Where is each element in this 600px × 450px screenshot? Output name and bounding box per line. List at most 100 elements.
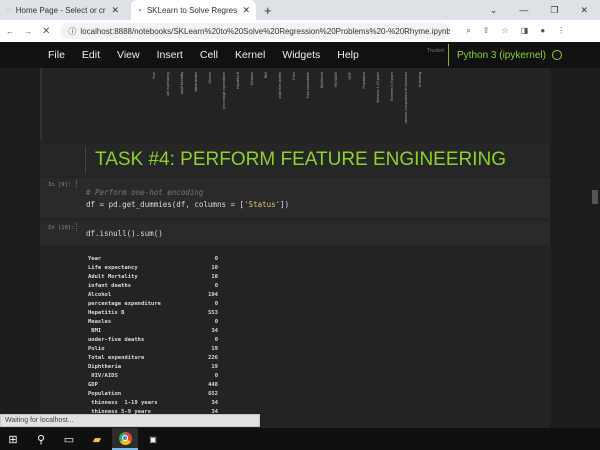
share-icon[interactable]: ⇪	[483, 26, 490, 36]
jupyter-icon: ◌	[6, 5, 11, 15]
null-count: 652	[208, 390, 218, 397]
null-count: 34	[211, 327, 218, 334]
isnull-output: Year 0 Life expectancy 10 Adult Mortality 10 i…	[88, 254, 218, 416]
heatmap-label: thinness 5-9 years	[390, 72, 394, 101]
null-count: 34	[211, 399, 218, 406]
null-count: 226	[208, 354, 218, 361]
menu-insert[interactable]: Insert	[157, 49, 183, 61]
output-row: Total expenditure 226	[88, 353, 218, 362]
heatmap-label: Alcohol	[208, 72, 212, 84]
output-row: BMI 34	[88, 326, 218, 335]
heatmap-label: Diphtheria	[320, 72, 324, 88]
tab-strip: ◌Home Page - Select or create a n✕ ◔SKLe…	[0, 0, 600, 20]
column-name: thinness 1-19 years	[88, 399, 158, 406]
task-view-icon[interactable]: ▭	[56, 428, 82, 450]
url-input[interactable]: ⓘ localhost:8888/notebooks/SKLearn%20to%2…	[60, 23, 451, 39]
null-count: 0	[214, 372, 218, 379]
heatmap-label: Population	[362, 72, 366, 89]
notebook-area: Year Life expectancy Adult Mortality infant…	[40, 68, 550, 428]
column-name: infant deaths	[88, 282, 132, 289]
null-count: 0	[214, 282, 218, 289]
profile-icon[interactable]: ●	[540, 26, 545, 36]
column-name: Total expenditure	[88, 354, 145, 361]
column-name: BMI	[88, 327, 102, 334]
status-bubble: Waiting for localhost...	[0, 414, 260, 427]
info-icon: ⓘ	[68, 26, 77, 36]
back-button[interactable]: ←	[6, 27, 14, 36]
menu-widgets[interactable]: Widgets	[282, 49, 320, 61]
close-window-button[interactable]: ✕	[580, 5, 588, 16]
null-count: 0	[214, 318, 218, 325]
column-name: Diphtheria	[88, 363, 122, 370]
forward-button[interactable]: →	[24, 27, 32, 36]
sidebar-icon[interactable]: ◨	[521, 26, 529, 36]
heatmap-label: percentage expenditure	[222, 72, 226, 109]
output-row: under-five deaths 0	[88, 335, 218, 344]
kernel-indicator[interactable]: Python 3 (ipykernel)	[448, 44, 562, 66]
close-tab-icon[interactable]: ✕	[111, 5, 119, 16]
output-row: thinness 1-19 years 34	[88, 398, 218, 407]
heatmap-label: under-five deaths	[278, 72, 282, 100]
column-name: Hepatitis B	[88, 309, 125, 316]
taskbar: ⊞ ⚲ ▭ ▰ ▣	[0, 428, 600, 450]
heatmap-label: BMI	[264, 72, 268, 79]
column-name: HIV/AIDS	[88, 372, 118, 379]
column-name: Polio	[88, 345, 105, 352]
column-name: Alcohol	[88, 291, 112, 298]
close-tab-icon[interactable]: ✕	[242, 5, 250, 16]
maximize-button[interactable]: ❐	[550, 5, 558, 16]
loading-icon: ◔	[137, 5, 142, 15]
menu-cell[interactable]: Cell	[200, 49, 218, 61]
menu-kernel[interactable]: Kernel	[235, 49, 265, 61]
column-name: Measles	[88, 318, 112, 325]
terminal-icon[interactable]: ▣	[140, 428, 166, 450]
null-count: 0	[214, 300, 218, 307]
column-name: GDP	[88, 381, 98, 388]
menu-help[interactable]: Help	[337, 49, 359, 61]
code-cell-10[interactable]: In [10]: df.isnull().sum()	[40, 221, 550, 245]
star-icon[interactable]: ☆	[502, 26, 509, 36]
output-row: GDP 448	[88, 380, 218, 389]
heatmap-label: Polio	[292, 72, 296, 80]
menu-icon[interactable]: ⋮	[557, 26, 565, 36]
output-row: Diphtheria 19	[88, 362, 218, 371]
scrollbar-thumb[interactable]	[592, 190, 598, 204]
column-name: under-five deaths	[88, 336, 145, 343]
heatmap-label: HIV/AIDS	[334, 72, 338, 87]
null-count: 194	[208, 291, 218, 298]
heatmap-label: Schooling	[418, 72, 422, 88]
output-row: Population 652	[88, 389, 218, 398]
zoom-icon[interactable]: ⌕	[466, 26, 470, 36]
minimize-button[interactable]: —	[519, 5, 528, 16]
scrollbar[interactable]	[588, 68, 600, 428]
windows-start-icon[interactable]: ⊞	[0, 428, 26, 450]
output-row: percentage expenditure 0	[88, 299, 218, 308]
null-count: 553	[208, 309, 218, 316]
stop-loading-button[interactable]: ✕	[42, 26, 50, 37]
column-name: percentage expenditure	[88, 300, 161, 307]
menu-edit[interactable]: Edit	[82, 49, 100, 61]
code-cell-9[interactable]: In [9]: # Perform one-hot encoding df = …	[40, 178, 550, 218]
menu-file[interactable]: File	[48, 49, 65, 61]
null-count: 448	[208, 381, 218, 388]
trusted-indicator[interactable]: Trusted	[427, 48, 444, 54]
output-row: Polio 19	[88, 344, 218, 353]
column-name: Population	[88, 390, 122, 397]
markdown-cell[interactable]: TASK #4: PERFORM FEATURE ENGINEERING	[40, 144, 550, 176]
new-tab-button[interactable]: +	[264, 3, 272, 18]
search-icon[interactable]: ⚲	[28, 428, 54, 450]
null-count: 19	[211, 363, 218, 370]
column-name: Year	[88, 255, 102, 262]
heatmap-label: Year	[152, 72, 156, 80]
null-count: 0	[214, 255, 218, 262]
tab-home-page[interactable]: ◌Home Page - Select or create a n✕	[0, 0, 125, 20]
chevron-down-icon[interactable]: ⌄	[490, 5, 498, 16]
heatmap-label: Adult Mortality	[180, 72, 184, 95]
file-explorer-icon[interactable]: ▰	[84, 428, 110, 450]
chrome-icon[interactable]	[112, 428, 138, 450]
menu-view[interactable]: View	[117, 49, 140, 61]
heatmap-label: GDP	[348, 72, 352, 80]
output-row: Alcohol 194	[88, 290, 218, 299]
null-count: 0	[214, 336, 218, 343]
tab-notebook[interactable]: ◔SKLearn to Solve Regression Pro✕	[131, 0, 256, 20]
